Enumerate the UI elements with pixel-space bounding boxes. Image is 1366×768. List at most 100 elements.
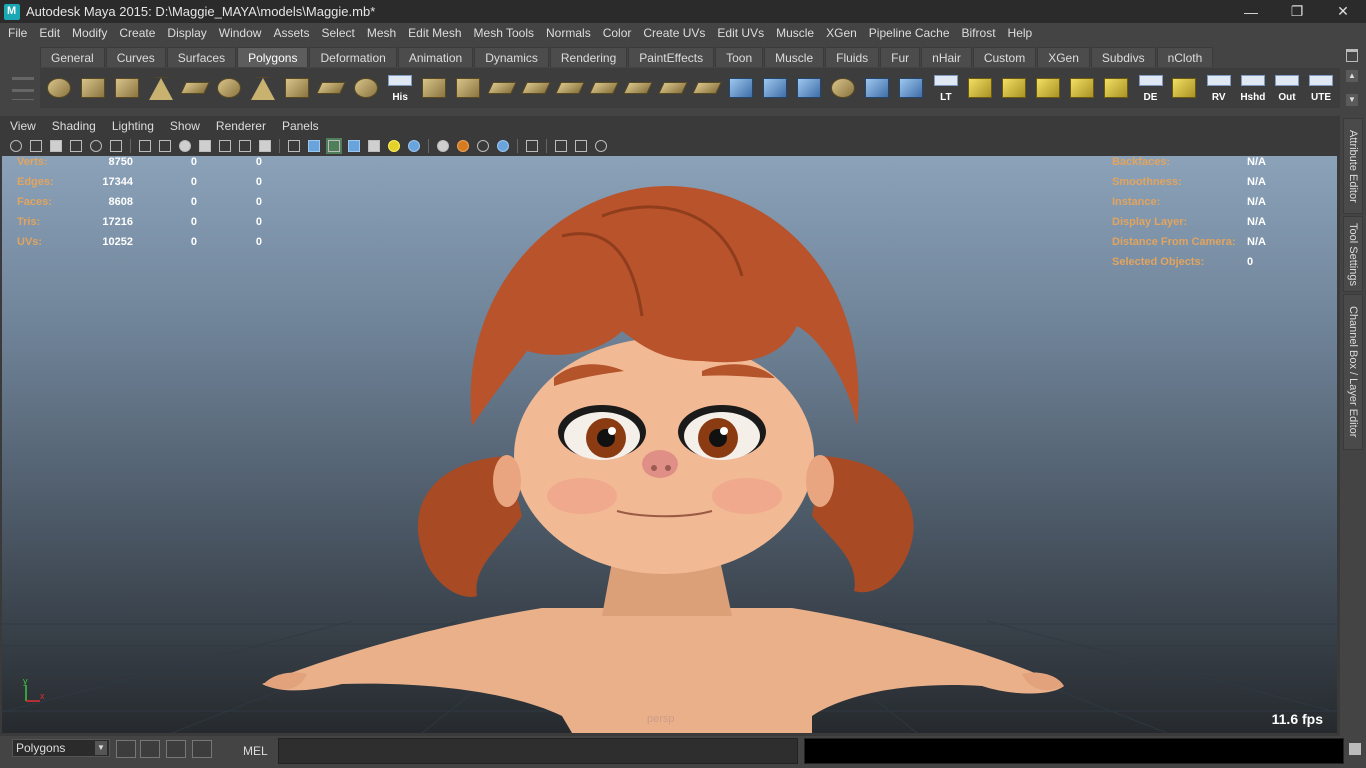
extract-icon[interactable] <box>487 73 517 103</box>
shelf-tab-surfaces[interactable]: Surfaces <box>166 47 237 67</box>
xray-joints-icon[interactable] <box>553 138 569 154</box>
shelf-tab-custom[interactable]: Custom <box>972 47 1037 67</box>
bookmarks-icon[interactable] <box>48 138 64 154</box>
uv-cylindrical-icon[interactable] <box>999 73 1028 103</box>
poly-torus-icon[interactable] <box>215 73 244 103</box>
out-icon[interactable]: Out <box>1272 73 1301 103</box>
poly-helix-icon[interactable] <box>316 73 347 103</box>
wireframe-icon[interactable] <box>286 138 302 154</box>
tab-channel-box[interactable]: Channel Box / Layer Editor <box>1343 294 1363 450</box>
shelf-tab-subdivs[interactable]: Subdivs <box>1090 47 1156 67</box>
bridge-icon[interactable] <box>555 73 585 103</box>
hshd-icon[interactable]: Hshd <box>1238 73 1267 103</box>
uv-unfold-icon[interactable] <box>1170 73 1199 103</box>
shelf-tab-xgen[interactable]: XGen <box>1037 47 1090 67</box>
panel-menu-panels[interactable]: Panels <box>274 119 327 133</box>
uv-spherical-icon[interactable] <box>1033 73 1062 103</box>
extrude-icon[interactable] <box>691 73 722 103</box>
menu-mesh-tools[interactable]: Mesh Tools <box>468 26 540 40</box>
uv-layout-icon[interactable] <box>1101 73 1130 103</box>
wireframe-on-shaded-icon[interactable] <box>326 138 342 154</box>
mel-command-input[interactable] <box>278 738 798 764</box>
shelf-tab-deformation[interactable]: Deformation <box>309 47 397 67</box>
scroll-down-icon[interactable]: ▼ <box>1346 94 1358 106</box>
menu-select[interactable]: Select <box>315 26 360 40</box>
shadows-icon[interactable] <box>435 138 451 154</box>
split-polygon-icon[interactable] <box>623 73 654 103</box>
shelf-scroll[interactable]: ▲ ▼ <box>1346 70 1358 106</box>
shelf-tab-dynamics[interactable]: Dynamics <box>474 47 549 67</box>
poly-cube-icon[interactable] <box>78 73 107 103</box>
shelf-tab-polygons[interactable]: Polygons <box>237 47 309 67</box>
menu-modify[interactable]: Modify <box>66 26 113 40</box>
ute-icon[interactable]: UTE <box>1306 73 1335 103</box>
menu-assets[interactable]: Assets <box>267 26 315 40</box>
smooth-shade-icon[interactable] <box>306 138 322 154</box>
two-d-pan-icon[interactable] <box>88 138 104 154</box>
script-editor-icon[interactable] <box>1349 743 1361 755</box>
resolution-gate-icon[interactable] <box>177 138 193 154</box>
shelf-tab-curves[interactable]: Curves <box>105 47 166 67</box>
menu-create-uvs[interactable]: Create UVs <box>637 26 711 40</box>
soft-select-icon[interactable] <box>829 73 858 103</box>
menu-edit[interactable]: Edit <box>33 26 66 40</box>
menu-edit-mesh[interactable]: Edit Mesh <box>402 26 467 40</box>
3d-viewport[interactable]: Verts: 8750 0 0 Edges: 17344 0 0 Faces: … <box>2 156 1337 733</box>
poly-cylinder-icon[interactable] <box>112 73 141 103</box>
camera-select-icon[interactable] <box>8 138 24 154</box>
combine-icon[interactable] <box>419 73 448 103</box>
menu-display[interactable]: Display <box>161 26 212 40</box>
xray-icon[interactable] <box>346 138 362 154</box>
poly-pyramid-icon[interactable] <box>249 73 278 103</box>
panel-menu-show[interactable]: Show <box>162 119 208 133</box>
hud-toggle-icon[interactable] <box>593 138 609 154</box>
tab-attribute-editor[interactable]: Attribute Editor <box>1343 118 1363 214</box>
shelf-tab-ncloth[interactable]: nCloth <box>1156 47 1214 67</box>
poly-cone-icon[interactable] <box>146 73 175 103</box>
ambient-occlusion-icon[interactable] <box>455 138 471 154</box>
menu-file[interactable]: File <box>2 26 33 40</box>
safe-title-icon[interactable] <box>257 138 273 154</box>
shelf-tab-nhair[interactable]: nHair <box>921 47 972 67</box>
sculpt-tool-icon[interactable] <box>726 73 755 103</box>
shelf-handle[interactable] <box>12 47 34 109</box>
menu-color[interactable]: Color <box>597 26 638 40</box>
panel-menu-lighting[interactable]: Lighting <box>104 119 162 133</box>
outliner-icon[interactable] <box>166 740 186 758</box>
paint-select-icon[interactable] <box>760 73 789 103</box>
uv-automatic-icon[interactable] <box>1067 73 1096 103</box>
poly-pipe-icon[interactable] <box>283 73 312 103</box>
uv-planar-icon[interactable] <box>965 73 994 103</box>
menu-help[interactable]: Help <box>1002 26 1039 40</box>
shelf-tab-painteffects[interactable]: PaintEffects <box>628 47 715 67</box>
grease-pencil-icon[interactable] <box>108 138 124 154</box>
xray-active-icon[interactable] <box>573 138 589 154</box>
menu-normals[interactable]: Normals <box>540 26 597 40</box>
shelf-tab-general[interactable]: General <box>40 47 105 67</box>
poly-soccer-ball-icon[interactable] <box>351 73 380 103</box>
gate-mask-icon[interactable] <box>197 138 213 154</box>
menu-create[interactable]: Create <box>113 26 161 40</box>
camera-attributes-icon[interactable] <box>28 138 44 154</box>
motion-blur-icon[interactable] <box>475 138 491 154</box>
menu-edit-uvs[interactable]: Edit UVs <box>711 26 770 40</box>
panel-menu-renderer[interactable]: Renderer <box>208 119 274 133</box>
restore-button[interactable]: ❐ <box>1274 0 1320 23</box>
shelf-tab-fluids[interactable]: Fluids <box>825 47 880 67</box>
grid-icon[interactable] <box>137 138 153 154</box>
menu-mesh[interactable]: Mesh <box>361 26 402 40</box>
shelf-tab-toon[interactable]: Toon <box>715 47 764 67</box>
insert-edge-loop-icon[interactable] <box>657 73 688 103</box>
default-light-icon[interactable] <box>386 138 402 154</box>
universal-manipulator-icon[interactable] <box>863 73 892 103</box>
append-polygon-icon[interactable] <box>589 73 620 103</box>
poly-plane-icon[interactable] <box>180 73 210 103</box>
close-button[interactable]: ✕ <box>1320 0 1366 23</box>
field-chart-icon[interactable] <box>217 138 233 154</box>
transfer-attributes-icon[interactable] <box>897 73 926 103</box>
panel-menu-view[interactable]: View <box>2 119 44 133</box>
antialiasing-icon[interactable] <box>495 138 511 154</box>
menu-set-selector[interactable]: Polygons ▼ <box>12 739 110 757</box>
layers-icon[interactable] <box>192 740 212 758</box>
image-plane-icon[interactable] <box>68 138 84 154</box>
